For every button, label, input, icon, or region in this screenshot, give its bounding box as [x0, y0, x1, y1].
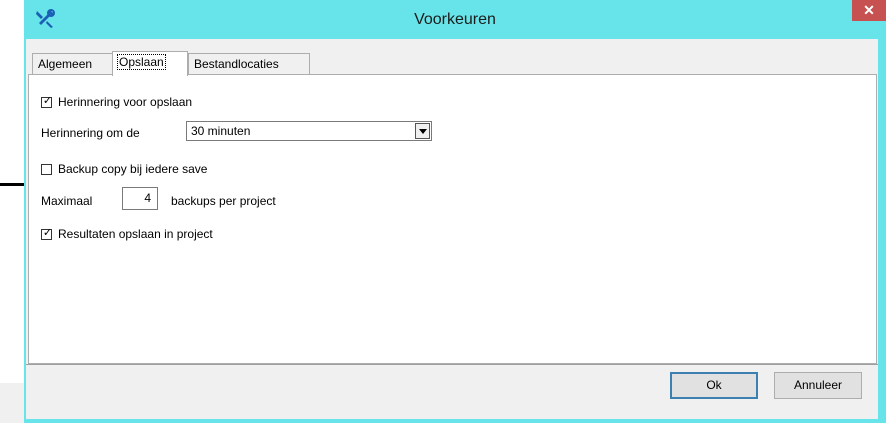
cancel-button[interactable]: Annuleer: [774, 372, 862, 399]
title-bar[interactable]: Voorkeuren ✕: [24, 0, 886, 39]
tab-label: Algemeen: [38, 57, 93, 71]
background-strip: [0, 383, 24, 423]
check-mark-icon: ✓: [42, 95, 53, 107]
reminder-checkbox[interactable]: ✓: [41, 95, 53, 108]
max-backups-row: Maximaal 4 backups per project: [41, 187, 276, 210]
tab-algemeen[interactable]: Algemeen: [32, 53, 113, 75]
reminder-checkbox-label: Herinnering voor opslaan: [58, 95, 193, 109]
tab-bestandlocaties[interactable]: Bestandlocaties: [188, 53, 310, 75]
tab-label: Opslaan: [117, 54, 166, 70]
reminder-interval-value: 30 minuten: [191, 124, 251, 138]
reminder-interval-row: Herinnering om de 30 minuten: [41, 121, 432, 141]
results-checkbox-row[interactable]: ✓ Resultaten opslaan in project: [41, 227, 213, 241]
footer-divider: [26, 364, 878, 365]
reminder-interval-label: Herinnering om de: [41, 126, 140, 140]
preferences-dialog: Voorkeuren ✕ Algemeen Opslaan Bestandloc…: [24, 0, 886, 423]
reminder-checkbox-row[interactable]: ✓ Herinnering voor opslaan: [41, 95, 192, 109]
reminder-interval-select[interactable]: 30 minuten: [186, 121, 432, 141]
backup-checkbox-row[interactable]: Backup copy bij iedere save: [41, 162, 207, 176]
max-backups-suffix: backups per project: [171, 194, 276, 208]
background-line: [0, 183, 24, 186]
ok-button[interactable]: Ok: [670, 372, 758, 399]
tab-label: Bestandlocaties: [194, 57, 279, 71]
max-backups-label: Maximaal: [41, 194, 93, 208]
backup-checkbox[interactable]: [41, 164, 52, 175]
close-button[interactable]: ✕: [852, 0, 886, 21]
dropdown-arrow-icon[interactable]: [415, 123, 430, 139]
dialog-client-area: Algemeen Opslaan Bestandlocaties ✓ Herinn…: [26, 39, 878, 419]
results-checkbox-label: Resultaten opslaan in project: [58, 227, 213, 241]
opslaan-panel: ✓ Herinnering voor opslaan Herinnering om…: [28, 74, 877, 364]
check-mark-icon: ✓: [42, 227, 53, 239]
max-backups-input[interactable]: 4: [122, 187, 158, 210]
tab-opslaan[interactable]: Opslaan: [112, 51, 188, 76]
results-checkbox[interactable]: ✓: [41, 227, 53, 240]
backup-checkbox-label: Backup copy bij iedere save: [58, 162, 208, 176]
window-title: Voorkeuren: [414, 11, 496, 28]
